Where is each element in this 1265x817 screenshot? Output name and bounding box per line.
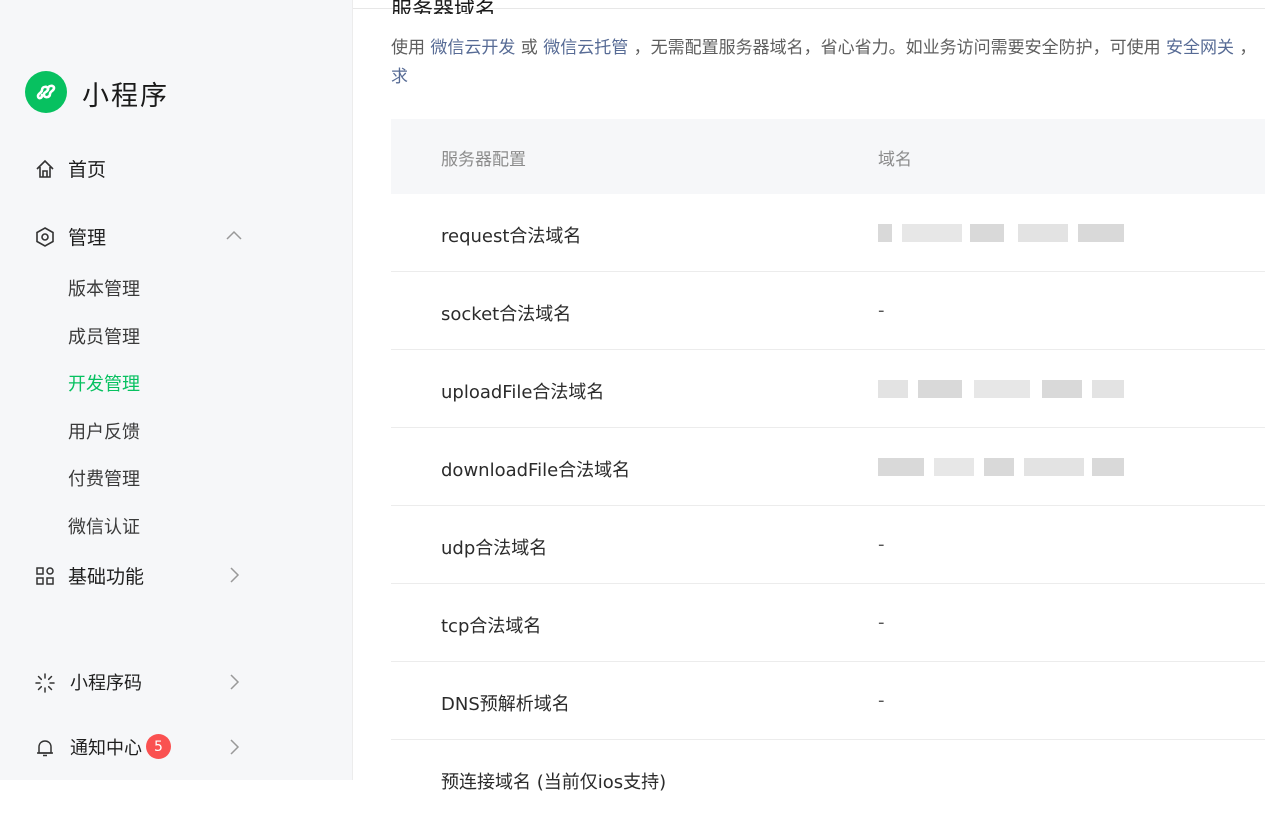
link-cloud-dev[interactable]: 微信云开发 [430,38,515,58]
row-config-name: uploadFile合法域名 [441,382,605,403]
table-row: 预连接域名 (当前仅ios支持) [391,740,1265,817]
sidebar-subitem-development[interactable]: 开发管理 [68,370,140,396]
redacted-domain [878,458,1124,476]
notification-count-badge: 5 [146,734,171,759]
miniprogram-logo-icon [25,71,67,113]
desc-text: 使用 [391,38,431,58]
section-description: 使用 微信云开发 或 微信云托管 ，无需配置服务器域名，省心省力。如业务访问需要… [391,34,1265,92]
table-row: tcp合法域名 - [391,584,1265,662]
sidebar: 小程序 首页 管理 版本管理 成员管理 开发管理 用户反馈 付费管理 微信认证 … [0,0,353,780]
row-domain-value: - [878,690,885,711]
section-title: 服务器域名 [391,0,496,14]
server-domain-table: 服务器配置 域名 request合法域名 socket合法域名 - upload… [391,119,1265,817]
sidebar-item-manage[interactable]: 管理 [0,216,352,256]
row-config-name: socket合法域名 [441,304,572,325]
chevron-up-icon [226,230,242,240]
table-row: request合法域名 [391,194,1265,272]
app-title: 小程序 [82,81,169,112]
link-security-gateway[interactable]: 安全网关 [1166,38,1234,58]
row-config-name: udp合法域名 [441,538,548,559]
sidebar-subitem-verification[interactable]: 微信认证 [68,513,140,539]
table-row: udp合法域名 - [391,506,1265,584]
row-domain-value: - [878,300,885,321]
bell-icon [37,740,53,757]
sidebar-item-label: 管理 [68,226,107,249]
row-domain-value: - [878,612,885,633]
sidebar-item-notice[interactable]: 通知中心 [0,727,352,767]
sidebar-subitem-version[interactable]: 版本管理 [68,275,140,301]
link-cloud-hosting[interactable]: 微信云托管 [543,38,628,58]
table-row: socket合法域名 - [391,272,1265,350]
sidebar-subitem-members[interactable]: 成员管理 [68,323,140,349]
chevron-right-icon [230,567,240,583]
row-config-name: 预连接域名 (当前仅ios支持) [441,772,667,793]
home-icon [36,159,54,178]
row-config-name: downloadFile合法域名 [441,460,631,481]
table-row: uploadFile合法域名 [391,350,1265,428]
sidebar-item-label: 通知中心 [70,738,142,759]
grid-icon [36,567,54,585]
column-header-config: 服务器配置 [441,150,526,170]
hexagon-settings-icon [36,227,54,247]
table-row: downloadFile合法域名 [391,428,1265,506]
row-domain-value: - [878,534,885,555]
redacted-domain [878,380,1124,398]
link-request-continued[interactable]: 求 [391,67,408,87]
redacted-domain [878,224,1124,242]
chevron-right-icon [230,739,240,755]
sidebar-item-label: 小程序码 [70,673,142,694]
sidebar-item-label: 基础功能 [68,565,145,588]
desc-text: ， [1234,38,1257,58]
column-header-domain: 域名 [878,150,912,170]
table-header: 服务器配置 域名 [391,119,1265,194]
row-config-name: tcp合法域名 [441,616,542,637]
row-config-name: DNS预解析域名 [441,694,570,715]
sidebar-subitem-payment[interactable]: 付费管理 [68,465,140,491]
row-config-name: request合法域名 [441,226,582,247]
sidebar-item-basic[interactable]: 基础功能 [0,555,352,595]
chevron-right-icon [230,674,240,690]
miniprogram-code-icon [35,673,55,693]
sidebar-item-label: 首页 [68,158,107,181]
sidebar-item-home[interactable]: 首页 [0,148,352,188]
table-row: DNS预解析域名 - [391,662,1265,740]
desc-text: ，无需配置服务器域名，省心省力。如业务访问需要安全防护，可使用 [628,38,1167,58]
sidebar-subitem-feedback[interactable]: 用户反馈 [68,418,140,444]
sidebar-item-qrcode[interactable]: 小程序码 [0,662,352,702]
desc-text: 或 [515,38,544,58]
